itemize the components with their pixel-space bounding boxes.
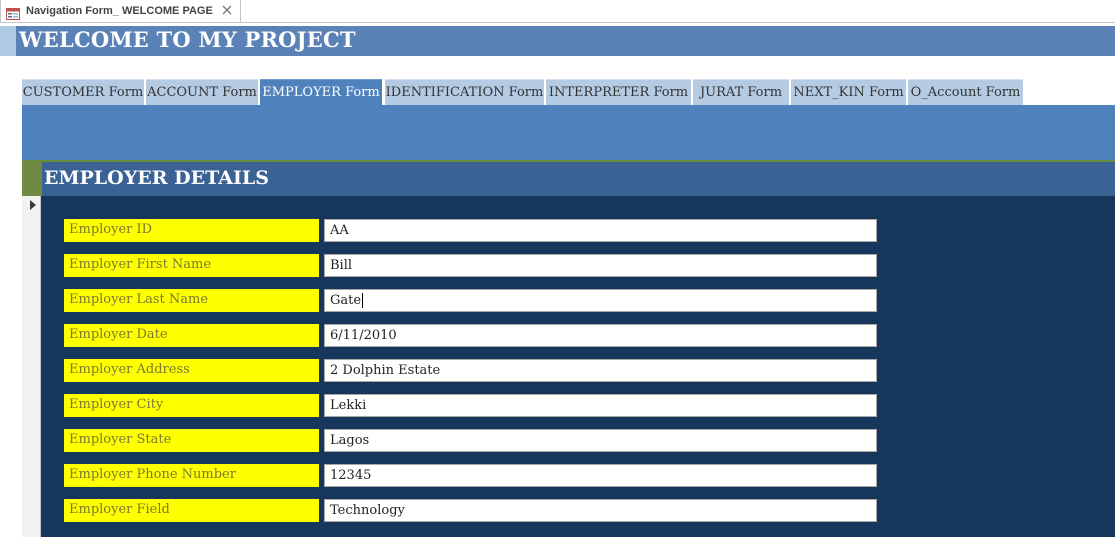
tab-account-form[interactable]: ACCOUNT Form bbox=[146, 79, 258, 105]
subform-header: EMPLOYER DETAILS bbox=[22, 160, 1115, 196]
text-caret bbox=[362, 293, 364, 308]
navigation-subform-band bbox=[22, 105, 1115, 160]
field-label: Employer Field bbox=[64, 499, 319, 522]
tab-identification-form[interactable]: IDENTIFICATION Form bbox=[385, 79, 544, 105]
employer-phone-number-field[interactable]: 12345 bbox=[324, 464, 877, 487]
current-record-arrow-icon bbox=[30, 200, 36, 210]
header-accent bbox=[0, 26, 16, 56]
field-label: Employer ID bbox=[64, 219, 319, 242]
employer-address-field[interactable]: 2 Dolphin Estate bbox=[324, 359, 877, 382]
tab-o-account-form[interactable]: O_Account Form bbox=[908, 79, 1023, 105]
employer-first-name-field[interactable]: Bill bbox=[324, 254, 877, 277]
tab-interpreter-form[interactable]: INTERPRETER Form bbox=[546, 79, 691, 105]
field-label: Employer City bbox=[64, 394, 319, 417]
employer-id-field[interactable]: AA bbox=[324, 219, 877, 242]
page-title: WELCOME TO MY PROJECT bbox=[19, 27, 356, 52]
record-selector[interactable] bbox=[22, 196, 41, 537]
document-tab-title: Navigation Form_ WELCOME PAGE bbox=[26, 5, 213, 17]
employer-city-field[interactable]: Lekki bbox=[324, 394, 877, 417]
field-label: Employer First Name bbox=[64, 254, 319, 277]
document-tab-strip: Navigation Form_ WELCOME PAGE bbox=[0, 0, 1115, 23]
employer-date-field[interactable]: 6/11/2010 bbox=[324, 324, 877, 347]
tab-employer-form[interactable]: EMPLOYER Form bbox=[260, 79, 382, 105]
employer-subform: EMPLOYER DETAILS Employer ID AA Employer… bbox=[22, 160, 1115, 537]
field-label: Employer Phone Number bbox=[64, 464, 319, 487]
close-icon[interactable] bbox=[219, 2, 235, 18]
tab-customer-form[interactable]: CUSTOMER Form bbox=[22, 79, 144, 105]
field-label: Employer Address bbox=[64, 359, 319, 382]
navigation-tabs: CUSTOMER Form ACCOUNT Form EMPLOYER Form… bbox=[22, 79, 1115, 105]
field-label: Employer State bbox=[64, 429, 319, 452]
employer-last-name-value: Gate bbox=[330, 293, 362, 308]
field-label: Employer Date bbox=[64, 324, 319, 347]
subform-title: EMPLOYER DETAILS bbox=[44, 167, 269, 189]
subform-header-accent bbox=[22, 162, 42, 196]
form-header: WELCOME TO MY PROJECT bbox=[0, 26, 1115, 56]
document-tab[interactable]: Navigation Form_ WELCOME PAGE bbox=[0, 0, 241, 22]
employer-field-field[interactable]: Technology bbox=[324, 499, 877, 522]
employer-state-field[interactable]: Lagos bbox=[324, 429, 877, 452]
field-label: Employer Last Name bbox=[64, 289, 319, 312]
tab-jurat-form[interactable]: JURAT Form bbox=[693, 79, 789, 105]
form-icon bbox=[6, 5, 20, 20]
tab-next-kin-form[interactable]: NEXT_KIN Form bbox=[791, 79, 906, 105]
employer-last-name-field[interactable]: Gate bbox=[324, 289, 877, 312]
